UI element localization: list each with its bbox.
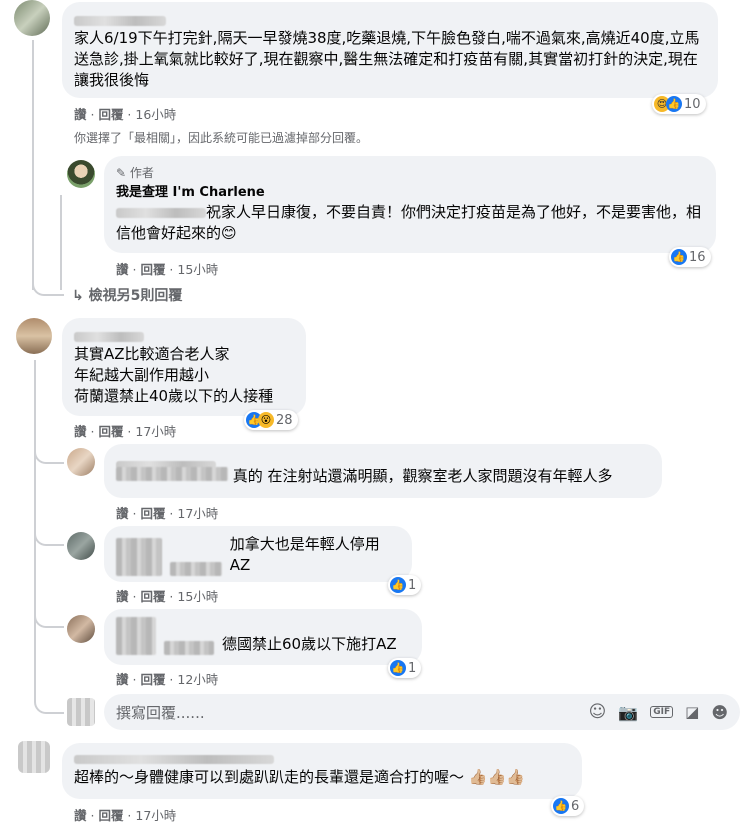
comment-line: 荷蘭還禁止40歲以下的人接種	[74, 387, 274, 405]
reaction-summary[interactable]: 👍 😮 28	[244, 410, 298, 430]
commenter-name[interactable]	[116, 617, 156, 655]
thread-connector	[32, 150, 62, 176]
camera-icon[interactable]: 📷	[618, 703, 638, 722]
reaction-summary[interactable]: 👍 6	[551, 796, 585, 816]
comment-text: 家人6/19下午打完針,隔天一早發燒38度,吃藥退燒,下午臉色發白,喘不過氣來,…	[74, 29, 700, 89]
comment-actions: 讚 · 回覆 · 15小時	[116, 262, 219, 277]
thread-connector	[32, 270, 64, 296]
thumbs-up-emoji-icon: 👍🏼👍🏼👍🏼	[468, 768, 525, 786]
reply-button[interactable]: 回覆	[140, 672, 165, 687]
reaction-count: 16	[689, 249, 706, 265]
reply-arrow-icon: ↳	[72, 288, 84, 304]
my-avatar[interactable]	[67, 698, 95, 726]
thread-connector	[34, 440, 64, 464]
timestamp[interactable]: 17小時	[177, 506, 218, 521]
comment-actions: 讚 · 回覆 · 16小時	[74, 107, 177, 122]
avatar[interactable]	[67, 532, 95, 560]
reply-button[interactable]: 回覆	[98, 808, 123, 823]
reaction-count: 1	[408, 660, 417, 676]
like-reaction-icon: 👍	[671, 249, 687, 265]
comment-bubble: 加拿大也是年輕人停用AZ	[104, 526, 412, 582]
emoji-icon[interactable]: ☺	[589, 702, 607, 722]
avatar[interactable]	[67, 615, 95, 643]
reply-button[interactable]: 回覆	[140, 262, 165, 277]
reaction-count: 10	[684, 96, 701, 112]
like-button[interactable]: 讚	[74, 424, 87, 439]
timestamp[interactable]: 15小時	[177, 589, 218, 604]
reply-composer[interactable]: 撰寫回覆...... ☺ 📷 GIF ◪ ☻	[104, 694, 740, 730]
avatar[interactable]	[18, 741, 50, 773]
thread-connector	[34, 690, 64, 714]
reply-input[interactable]: 撰寫回覆......	[116, 702, 579, 723]
avatar-sticker-icon[interactable]: ☻	[711, 703, 728, 722]
comment-bubble: 真的 在注射站還滿明顯，觀察室老人家問題沒有年輕人多	[104, 444, 662, 498]
timestamp[interactable]: 15小時	[177, 262, 218, 277]
filter-notice: 你選擇了「最相關」，因此系統可能已過濾掉部分回覆。	[74, 131, 369, 145]
reaction-count: 6	[571, 798, 580, 814]
reaction-summary[interactable]: 👍 1	[388, 575, 422, 595]
comment-bubble: 德國禁止60歲以下施打AZ	[104, 609, 422, 665]
like-button[interactable]: 讚	[74, 808, 87, 823]
reply-button[interactable]: 回覆	[98, 107, 123, 122]
comment-text: 加拿大也是年輕人停用AZ	[229, 535, 380, 574]
reaction-summary[interactable]: 😍 👍 10	[652, 94, 706, 114]
reaction-summary[interactable]: 👍 1	[388, 658, 422, 678]
timestamp[interactable]: 17小時	[135, 808, 176, 823]
like-reaction-icon: 👍	[390, 577, 406, 593]
commenter-name[interactable]	[74, 749, 570, 767]
commenter-name[interactable]	[116, 454, 650, 469]
reply-button[interactable]: 回覆	[98, 424, 123, 439]
timestamp[interactable]: 12小時	[177, 672, 218, 687]
like-button[interactable]: 讚	[116, 506, 129, 521]
comment-actions: 讚 · 回覆 · 17小時	[74, 424, 177, 439]
comment-line: 年紀越大副作用越小	[74, 366, 210, 384]
wow-reaction-icon: 😮	[258, 412, 274, 428]
comment-line: 其實AZ比較適合老人家	[74, 345, 230, 363]
comment-text: 德國禁止60歲以下施打AZ	[222, 635, 397, 653]
like-button[interactable]: 讚	[116, 262, 129, 277]
pencil-icon: ✎	[116, 166, 127, 180]
comment-actions: 讚 · 回覆 · 15小時	[116, 589, 219, 604]
reaction-count: 1	[408, 577, 417, 593]
comment-actions: 讚 · 回覆 · 17小時	[116, 506, 219, 521]
gif-icon[interactable]: GIF	[650, 706, 674, 718]
commenter-name[interactable]	[74, 10, 706, 28]
comment-text: 祝家人早日康復，不要自責！你們決定打疫苗是為了他好，不是要害他，相信他會好起來的…	[116, 203, 702, 242]
like-reaction-icon: 👍	[390, 660, 406, 676]
reaction-count: 28	[276, 412, 293, 428]
comment-text: 真的 在注射站還滿明顯，觀察室老人家問題沒有年輕人多	[116, 466, 650, 487]
commenter-name[interactable]	[116, 538, 162, 576]
like-button[interactable]: 讚	[116, 672, 129, 687]
reply-button[interactable]: 回覆	[140, 589, 165, 604]
reaction-summary[interactable]: 👍 16	[669, 247, 711, 267]
thread-connector	[34, 600, 64, 628]
comment-bubble: 超棒的～身體健康可以到處趴趴走的長輩還是適合打的喔～ 👍🏼👍🏼👍🏼	[62, 743, 582, 799]
like-reaction-icon: 👍	[553, 798, 569, 814]
timestamp[interactable]: 17小時	[135, 424, 176, 439]
comment-bubble: 其實AZ比較適合老人家 年紀越大副作用越小 荷蘭還禁止40歲以下的人接種	[62, 318, 306, 416]
timestamp[interactable]: 16小時	[135, 107, 176, 122]
like-reaction-icon: 👍	[666, 96, 682, 112]
thread-connector	[34, 520, 64, 546]
comment-actions: 讚 · 回覆 · 17小時	[74, 808, 177, 823]
avatar[interactable]	[14, 0, 50, 36]
avatar[interactable]	[67, 448, 95, 476]
comment-bubble: 家人6/19下午打完針,隔天一早發燒38度,吃藥退燒,下午臉色發白,喘不過氣來,…	[62, 2, 718, 98]
smile-emoji-icon: 😊	[221, 224, 237, 242]
like-button[interactable]: 讚	[74, 107, 87, 122]
view-more-replies[interactable]: ↳ 檢視另5則回覆	[72, 285, 182, 305]
comment-bubble: ✎ 作者 我是查理 I'm Charlene 祝家人早日康復，不要自責！你們決定…	[104, 156, 716, 253]
comment-text: 超棒的～身體健康可以到處趴趴走的長輩還是適合打的喔～ 👍🏼👍🏼👍🏼	[74, 768, 525, 786]
author-name[interactable]: 我是查理 I'm Charlene	[116, 181, 704, 200]
like-button[interactable]: 讚	[116, 589, 129, 604]
commenter-name[interactable]	[74, 326, 294, 344]
author-badge: ✎ 作者	[116, 166, 154, 180]
avatar[interactable]	[16, 318, 52, 354]
author-avatar[interactable]	[67, 160, 95, 188]
reply-button[interactable]: 回覆	[140, 506, 165, 521]
comment-actions: 讚 · 回覆 · 12小時	[116, 672, 219, 687]
sticker-icon[interactable]: ◪	[685, 703, 699, 721]
